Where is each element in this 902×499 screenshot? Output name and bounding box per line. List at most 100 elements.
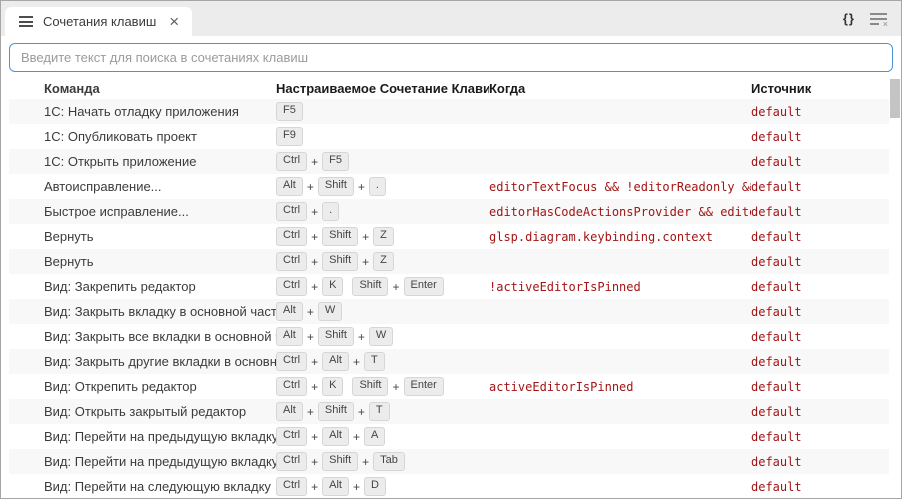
plus-separator: + xyxy=(307,305,314,319)
table-row[interactable]: Вид: Закрыть вкладку в основной части Al… xyxy=(9,299,889,324)
key-chip: T xyxy=(369,402,390,421)
header-keybinding[interactable]: Настраиваемое Сочетание Клавиш xyxy=(276,81,489,96)
keybinding-cell: F9 xyxy=(276,127,489,146)
table-row[interactable]: Вернуть Ctrl+Shift+Z glsp.diagram.keybin… xyxy=(9,224,889,249)
source-cell: default xyxy=(751,305,889,319)
key-chip: Shift xyxy=(322,452,358,471)
key-chip: Ctrl xyxy=(276,227,307,246)
source-cell: default xyxy=(751,480,889,494)
keybinding-cell: Ctrl+KShift+Enter xyxy=(276,377,489,396)
table-row[interactable]: Вид: Закрепить редактор Ctrl+KShift+Ente… xyxy=(9,274,889,299)
table-row[interactable]: Вид: Перейти на предыдущую вкладку Ctrl+… xyxy=(9,449,889,474)
key-chip: Alt xyxy=(276,327,303,346)
command-cell: Вид: Перейти на следующую вкладку xyxy=(9,479,276,494)
command-cell: Автоисправление... xyxy=(9,179,276,194)
table-row[interactable]: Вид: Закрыть все вкладки в основной час…… xyxy=(9,324,889,349)
source-cell: default xyxy=(751,405,889,419)
table-body: 1С: Начать отладку приложения F5 default… xyxy=(9,99,889,499)
key-chord: Ctrl+Alt+T xyxy=(276,352,385,371)
key-chip: Alt xyxy=(322,477,349,496)
key-chip: K xyxy=(322,377,343,396)
key-chip: D xyxy=(364,477,386,496)
search-input[interactable] xyxy=(9,43,893,72)
table-row[interactable]: Вид: Открепить редактор Ctrl+KShift+Ente… xyxy=(9,374,889,399)
vertical-scrollbar[interactable] xyxy=(890,79,900,118)
header-command[interactable]: Команда xyxy=(9,81,276,96)
tab-keyboard-shortcuts[interactable]: Сочетания клавиш × xyxy=(5,7,192,36)
key-chip: Ctrl xyxy=(276,427,307,446)
key-chip: Tab xyxy=(373,452,405,471)
plus-separator: + xyxy=(307,330,314,344)
key-chord: Shift+Enter xyxy=(352,277,443,296)
key-chord: Ctrl+Alt+A xyxy=(276,427,385,446)
key-chip: Ctrl xyxy=(276,277,307,296)
keybinding-cell: F5 xyxy=(276,102,489,121)
table-row[interactable]: Вид: Перейти на следующую вкладку Ctrl + A… xyxy=(9,474,889,499)
table-row[interactable]: Вид: Закрыть другие вкладки в основной …… xyxy=(9,349,889,374)
key-chord: Ctrl+Shift+Z xyxy=(276,252,394,271)
table-row[interactable]: Вид: Открыть закрытый редактор Alt+Shift… xyxy=(9,399,889,424)
sort-keybindings-icon[interactable]: × xyxy=(870,13,887,25)
keybinding-cell: Alt+Shift+. xyxy=(276,177,489,196)
key-chord: Ctrl+. xyxy=(276,202,339,221)
table-row[interactable]: 1С: Начать отладку приложения F5 default xyxy=(9,99,889,124)
table-row[interactable]: 1С: Опубликовать проект F9 default xyxy=(9,124,889,149)
key-chord: Ctrl+Shift+Z xyxy=(276,227,394,246)
close-icon[interactable]: × xyxy=(169,13,179,30)
key-chip: Shift xyxy=(322,252,358,271)
command-cell: Вид: Перейти на предыдущую вкладку xyxy=(9,429,276,444)
tab-bar: Сочетания клавиш × {} × xyxy=(1,1,901,36)
table-row[interactable]: Автоисправление... Alt+Shift+. editorTex… xyxy=(9,174,889,199)
key-chord: Shift+Enter xyxy=(352,377,443,396)
plus-separator: + xyxy=(307,405,314,419)
plus-separator: + xyxy=(353,355,360,369)
command-cell: Вид: Закрепить редактор xyxy=(9,279,276,294)
plus-separator: + xyxy=(311,480,318,494)
key-chip: Alt xyxy=(276,302,303,321)
source-cell: default xyxy=(751,355,889,369)
keybinding-cell: Alt+Shift+W xyxy=(276,327,489,346)
header-source[interactable]: Источник xyxy=(751,81,889,96)
key-chord: Ctrl+K xyxy=(276,277,343,296)
plus-separator: + xyxy=(311,380,318,394)
open-json-icon[interactable]: {} xyxy=(843,11,855,26)
source-cell: default xyxy=(751,130,889,144)
plus-separator: + xyxy=(311,230,318,244)
source-cell: default xyxy=(751,230,889,244)
key-chord: Ctrl+F5 xyxy=(276,152,349,171)
key-chip: Alt xyxy=(322,427,349,446)
plus-separator: + xyxy=(311,430,318,444)
search-bar xyxy=(1,36,901,78)
key-chip: K xyxy=(322,277,343,296)
key-chord: Alt+Shift+. xyxy=(276,177,386,196)
when-cell: activeEditorIsPinned xyxy=(489,380,751,394)
key-chip: Alt xyxy=(322,352,349,371)
keybinding-cell: Ctrl+Shift+Z xyxy=(276,227,489,246)
source-cell: default xyxy=(751,330,889,344)
key-chip: Ctrl xyxy=(276,202,307,221)
table-row[interactable]: Быстрое исправление... Ctrl+. editorHasC… xyxy=(9,199,889,224)
table-row[interactable]: Вид: Перейти на предыдущую вкладку Ctrl +… xyxy=(9,424,889,449)
tab-title: Сочетания клавиш xyxy=(43,14,156,29)
editor-actions: {} × xyxy=(843,1,887,36)
command-cell: 1С: Опубликовать проект xyxy=(9,129,276,144)
keybindings-table: Команда Настраиваемое Сочетание Клавиш К… xyxy=(9,78,889,499)
keybinding-cell: Ctrl+KShift+Enter xyxy=(276,277,489,296)
key-chip: . xyxy=(369,177,386,196)
table-row[interactable]: 1С: Открыть приложение Ctrl+F5 default xyxy=(9,149,889,174)
plus-separator: + xyxy=(358,330,365,344)
table-row[interactable]: Вернуть Ctrl+Shift+Z default xyxy=(9,249,889,274)
key-chip: Shift xyxy=(318,402,354,421)
key-chip: Ctrl xyxy=(276,477,307,496)
keybinding-cell: Ctrl+Alt+T xyxy=(276,352,489,371)
plus-separator: + xyxy=(353,430,360,444)
header-when[interactable]: Когда xyxy=(489,81,751,96)
plus-separator: + xyxy=(358,180,365,194)
command-cell: 1С: Открыть приложение xyxy=(9,154,276,169)
plus-separator: + xyxy=(392,280,399,294)
key-chip: Shift xyxy=(322,227,358,246)
command-cell: Вид: Закрыть другие вкладки в основной … xyxy=(9,354,276,369)
menu-icon[interactable] xyxy=(19,16,33,27)
plus-separator: + xyxy=(307,180,314,194)
sort-clear-glyph: × xyxy=(883,20,888,29)
